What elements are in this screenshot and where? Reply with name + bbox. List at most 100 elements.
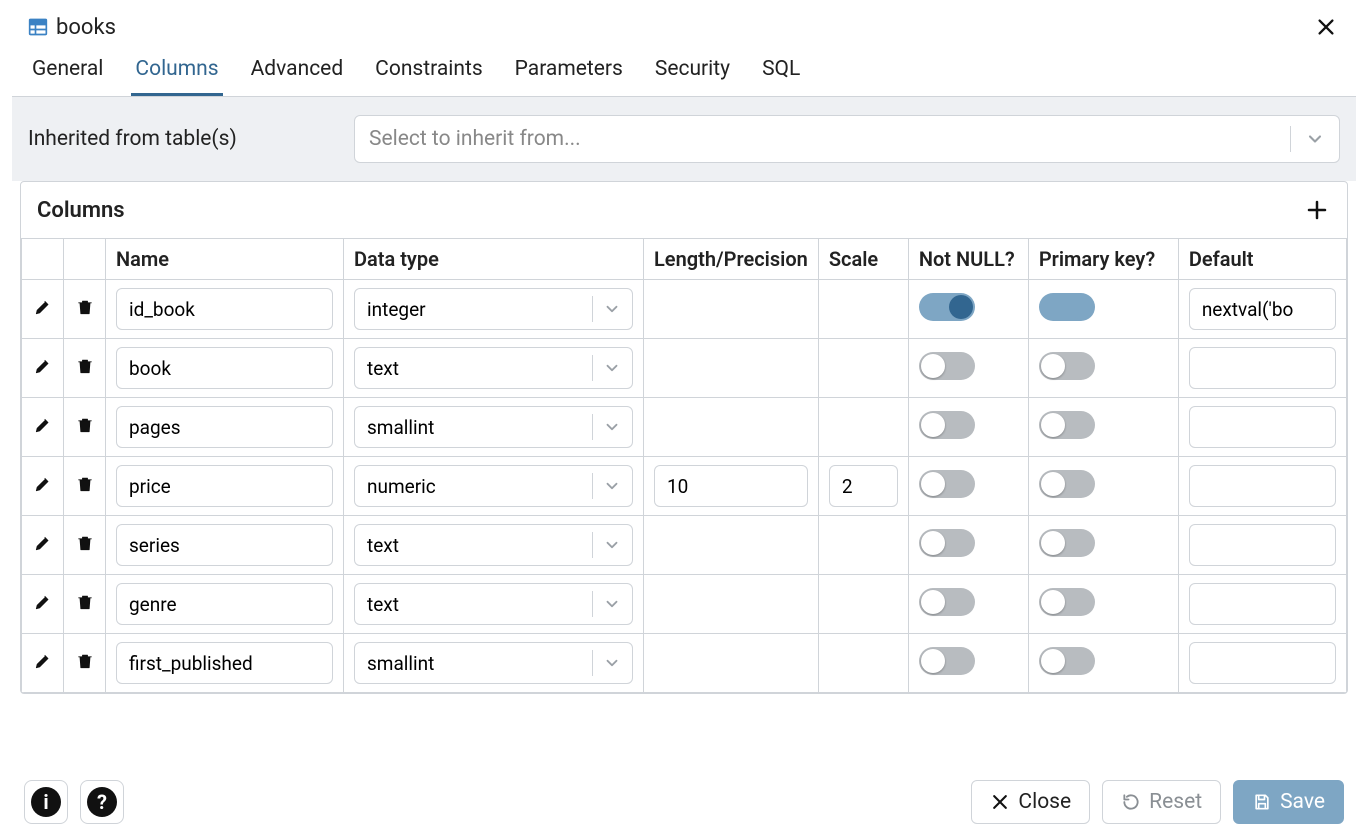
column-name-input[interactable] bbox=[116, 347, 333, 389]
add-column-button[interactable] bbox=[1303, 196, 1331, 224]
toggle-switch[interactable] bbox=[1039, 411, 1095, 439]
delete-row-button[interactable] bbox=[64, 575, 106, 634]
column-name-input[interactable] bbox=[116, 642, 333, 684]
toggle-switch[interactable] bbox=[1039, 293, 1095, 321]
dialog-title: books bbox=[28, 15, 116, 40]
edit-row-button[interactable] bbox=[22, 339, 64, 398]
delete-row-button[interactable] bbox=[64, 516, 106, 575]
table-row bbox=[22, 634, 1347, 693]
tab-bar: General Columns Advanced Constraints Paramet… bbox=[12, 47, 1356, 97]
edit-row-button[interactable] bbox=[22, 575, 64, 634]
chevron-down-icon bbox=[603, 418, 621, 436]
col-header-default: Default bbox=[1178, 239, 1346, 280]
delete-row-button[interactable] bbox=[64, 280, 106, 339]
columns-panel: Columns Name Data type Length/Precision … bbox=[20, 181, 1348, 694]
pencil-icon bbox=[33, 652, 53, 676]
column-name-input[interactable] bbox=[116, 288, 333, 330]
pencil-icon bbox=[33, 298, 53, 322]
column-name-input[interactable] bbox=[116, 406, 333, 448]
col-header-notnull: Not NULL? bbox=[908, 239, 1028, 280]
tab-parameters[interactable]: Parameters bbox=[511, 47, 627, 96]
pencil-icon bbox=[33, 416, 53, 440]
inherit-label: Inherited from table(s) bbox=[28, 127, 338, 151]
column-name-input[interactable] bbox=[116, 583, 333, 625]
table-row bbox=[22, 516, 1347, 575]
chevron-down-icon bbox=[603, 654, 621, 672]
trash-icon bbox=[75, 593, 95, 617]
table-icon bbox=[28, 17, 48, 37]
edit-row-button[interactable] bbox=[22, 634, 64, 693]
help-button[interactable]: ? bbox=[80, 780, 124, 824]
chevron-down-icon bbox=[1305, 129, 1325, 149]
chevron-down-icon bbox=[603, 536, 621, 554]
tab-general[interactable]: General bbox=[28, 47, 107, 96]
columns-header-row: Name Data type Length/Precision Scale No… bbox=[22, 239, 1347, 280]
toggle-switch[interactable] bbox=[919, 411, 975, 439]
close-button[interactable]: Close bbox=[971, 780, 1090, 824]
edit-row-button[interactable] bbox=[22, 516, 64, 575]
dialog-footer: i ? Close Reset Save bbox=[12, 768, 1356, 836]
toggle-switch[interactable] bbox=[1039, 470, 1095, 498]
col-header-pk: Primary key? bbox=[1028, 239, 1178, 280]
column-default-input[interactable] bbox=[1189, 583, 1336, 625]
toggle-switch[interactable] bbox=[919, 470, 975, 498]
inherit-select[interactable]: Select to inherit from... bbox=[354, 115, 1340, 163]
info-icon: i bbox=[31, 787, 61, 817]
toggle-switch[interactable] bbox=[919, 293, 975, 321]
edit-row-button[interactable] bbox=[22, 398, 64, 457]
table-row bbox=[22, 339, 1347, 398]
column-default-input[interactable] bbox=[1189, 288, 1336, 330]
delete-row-button[interactable] bbox=[64, 398, 106, 457]
tab-columns[interactable]: Columns bbox=[131, 47, 222, 96]
toggle-switch[interactable] bbox=[919, 588, 975, 616]
table-row bbox=[22, 457, 1347, 516]
toggle-switch[interactable] bbox=[919, 529, 975, 557]
info-button[interactable]: i bbox=[24, 780, 68, 824]
chevron-down-icon bbox=[603, 477, 621, 495]
trash-icon bbox=[75, 534, 95, 558]
column-default-input[interactable] bbox=[1189, 406, 1336, 448]
toggle-switch[interactable] bbox=[1039, 529, 1095, 557]
edit-row-button[interactable] bbox=[22, 457, 64, 516]
col-header-scale: Scale bbox=[818, 239, 908, 280]
inherit-placeholder: Select to inherit from... bbox=[369, 127, 581, 151]
column-name-input[interactable] bbox=[116, 524, 333, 566]
column-name-input[interactable] bbox=[116, 465, 333, 507]
trash-icon bbox=[75, 357, 95, 381]
pencil-icon bbox=[33, 475, 53, 499]
reset-button-label: Reset bbox=[1149, 790, 1202, 814]
pencil-icon bbox=[33, 534, 53, 558]
column-default-input[interactable] bbox=[1189, 642, 1336, 684]
table-properties-dialog: books General Columns Advanced Constraints P… bbox=[12, 3, 1356, 836]
toggle-switch[interactable] bbox=[919, 352, 975, 380]
toggle-switch[interactable] bbox=[1039, 352, 1095, 380]
column-scale-input[interactable] bbox=[829, 465, 898, 507]
col-header-type: Data type bbox=[344, 239, 644, 280]
delete-row-button[interactable] bbox=[64, 457, 106, 516]
save-button[interactable]: Save bbox=[1233, 780, 1344, 824]
reset-button[interactable]: Reset bbox=[1102, 780, 1221, 824]
column-default-input[interactable] bbox=[1189, 347, 1336, 389]
columns-panel-title: Columns bbox=[37, 198, 125, 223]
col-header-length: Length/Precision bbox=[644, 239, 819, 280]
tab-advanced[interactable]: Advanced bbox=[247, 47, 348, 96]
table-row bbox=[22, 398, 1347, 457]
trash-icon bbox=[75, 416, 95, 440]
tab-sql[interactable]: SQL bbox=[758, 47, 804, 96]
edit-row-button[interactable] bbox=[22, 280, 64, 339]
toggle-switch[interactable] bbox=[1039, 588, 1095, 616]
pencil-icon bbox=[33, 593, 53, 617]
tab-security[interactable]: Security bbox=[651, 47, 734, 96]
tab-constraints[interactable]: Constraints bbox=[371, 47, 487, 96]
delete-row-button[interactable] bbox=[64, 634, 106, 693]
dialog-title-text: books bbox=[56, 15, 116, 40]
column-length-input[interactable] bbox=[654, 465, 808, 507]
toggle-switch[interactable] bbox=[1039, 647, 1095, 675]
close-icon[interactable] bbox=[1312, 13, 1340, 41]
column-default-input[interactable] bbox=[1189, 465, 1336, 507]
toggle-switch[interactable] bbox=[919, 647, 975, 675]
table-row bbox=[22, 575, 1347, 634]
column-default-input[interactable] bbox=[1189, 524, 1336, 566]
columns-table: Name Data type Length/Precision Scale No… bbox=[21, 238, 1347, 693]
delete-row-button[interactable] bbox=[64, 339, 106, 398]
